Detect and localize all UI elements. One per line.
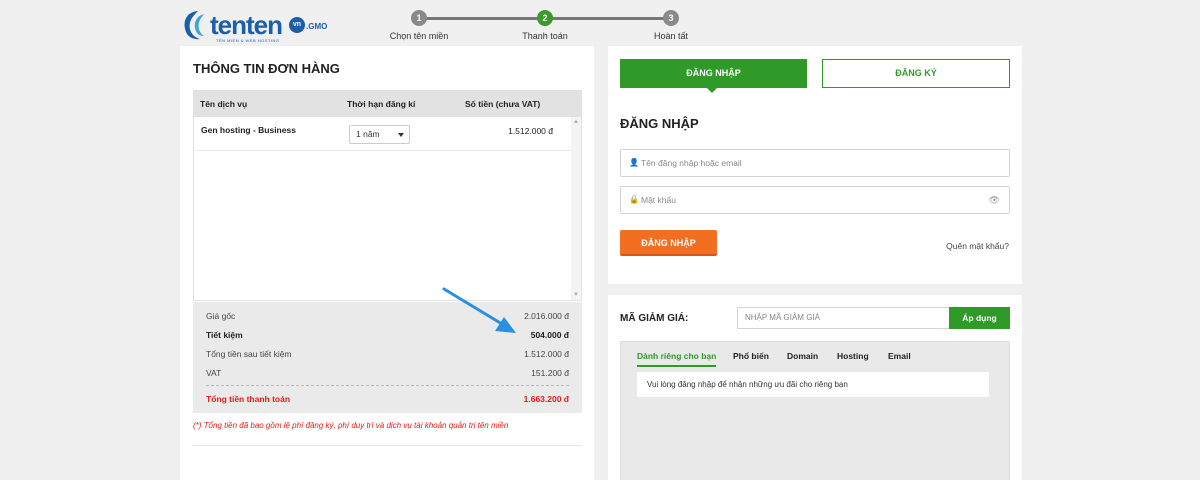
tab-for-you[interactable]: Dành riêng cho bạn <box>637 351 717 367</box>
discount-label: MÃ GIẢM GIÁ: <box>620 313 689 324</box>
summary-divider <box>206 385 569 386</box>
username-field[interactable]: 👤 Tên đăng nhập hoặc email <box>620 149 1010 177</box>
logo-gmo: .GMO <box>306 22 328 31</box>
forgot-password-link[interactable]: Quên mật khẩu? <box>946 241 1009 251</box>
step-1-dot: 1 <box>411 10 427 26</box>
col-service: Tên dịch vụ <box>200 99 248 109</box>
table-scrollbar[interactable]: ▲ ▼ <box>571 117 581 300</box>
password-placeholder: Mật khẩu <box>641 195 676 205</box>
step-3-dot: 3 <box>663 10 679 26</box>
tab-popular[interactable]: Phổ biến <box>733 351 769 361</box>
summary-after-saving-value: 1.512.000 đ <box>524 349 569 359</box>
summary-total: Tổng tiền thanh toán 1.663.200 đ <box>206 394 569 404</box>
order-panel: THÔNG TIN ĐƠN HÀNG Tên dịch vụ Thời hạn … <box>180 46 594 480</box>
offers-box: Dành riêng cho bạn Phổ biến Domain Hosti… <box>620 341 1010 480</box>
summary-after-saving-label: Tổng tiền sau tiết kiệm <box>206 349 292 359</box>
order-title: THÔNG TIN ĐƠN HÀNG <box>193 61 340 76</box>
service-name: Gen hosting - Business <box>201 125 296 135</box>
tab-login[interactable]: ĐĂNG NHẬP <box>620 59 807 88</box>
lock-icon: 🔒 <box>629 195 639 204</box>
logo-vn-badge: vn <box>289 17 305 33</box>
summary-vat: VAT 151.200 đ <box>206 368 569 378</box>
term-value: 1 năm <box>356 129 380 139</box>
discount-panel: MÃ GIẢM GIÁ: NHẬP MÃ GIẢM GIÁ Áp dụng Dà… <box>608 295 1022 480</box>
order-table-body: Gen hosting - Business 1 năm 1.512.000 đ… <box>193 117 582 301</box>
login-heading: ĐĂNG NHẬP <box>620 116 699 131</box>
chevron-down-icon <box>398 133 404 137</box>
step-1-label: Chọn tên miền <box>389 31 449 41</box>
summary-total-label: Tổng tiền thanh toán <box>206 394 291 404</box>
summary-vat-label: VAT <box>206 368 222 378</box>
col-price: Số tiền (chưa VAT) <box>465 99 541 109</box>
offer-message: Vui lòng đăng nhập để nhận những ưu đãi … <box>637 372 989 397</box>
step-connector <box>545 17 671 20</box>
login-panel: ĐĂNG NHẬP ĐĂNG KÝ ĐĂNG NHẬP 👤 Tên đăng n… <box>608 46 1022 284</box>
tab-register[interactable]: ĐĂNG KÝ <box>822 59 1010 88</box>
summary-vat-value: 151.200 đ <box>531 368 569 378</box>
tab-domain[interactable]: Domain <box>787 351 818 361</box>
order-note: (*) Tổng tiền đã bao gồm lệ phí đăng ký,… <box>193 421 509 430</box>
summary-saving-label: Tiết kiệm <box>206 330 243 340</box>
discount-code-input[interactable]: NHẬP MÃ GIẢM GIÁ <box>737 307 950 329</box>
order-table-header: Tên dịch vụ Thời hạn đăng kí Số tiền (ch… <box>193 90 582 117</box>
user-icon: 👤 <box>629 158 639 167</box>
tab-hosting[interactable]: Hosting <box>837 351 869 361</box>
order-summary: Giá gốc 2.016.000 đ Tiết kiệm 504.000 đ … <box>193 302 582 413</box>
step-2-label: Thanh toán <box>522 31 568 41</box>
summary-total-value: 1.663.200 đ <box>523 394 569 404</box>
scroll-down-icon[interactable]: ▼ <box>573 292 579 298</box>
service-price: 1.512.000 đ <box>508 126 553 136</box>
apply-discount-button[interactable]: Áp dụng <box>949 307 1010 329</box>
scroll-up-icon[interactable]: ▲ <box>573 119 579 125</box>
summary-original-label: Giá gốc <box>206 311 236 321</box>
divider <box>193 445 582 446</box>
logo-wordmark: tenten <box>210 10 283 40</box>
checkout-steps: 1 2 3 Chọn tên miền Thanh toán Hoàn tất <box>390 10 710 44</box>
table-row: Gen hosting - Business 1 năm 1.512.000 đ <box>194 117 571 151</box>
arrow-annotation-icon <box>442 287 516 333</box>
term-select[interactable]: 1 năm <box>349 125 410 144</box>
login-button[interactable]: ĐĂNG NHẬP <box>620 230 717 256</box>
step-2-dot: 2 <box>537 10 553 26</box>
password-field[interactable]: 🔒 Mật khẩu 👁 <box>620 186 1010 214</box>
summary-original-value: 2.016.000 đ <box>524 311 569 321</box>
tenten-logo[interactable]: tenten vn .GMO TÊN MIỀN & WEB HOSTING <box>180 8 330 44</box>
summary-saving-value: 504.000 đ <box>530 330 569 340</box>
logo-swoosh-icon <box>184 11 204 40</box>
step-connector <box>419 17 545 20</box>
step-3-label: Hoàn tất <box>653 31 689 41</box>
tab-email[interactable]: Email <box>888 351 911 361</box>
tab-pointer <box>707 88 717 93</box>
logo-tagline: TÊN MIỀN & WEB HOSTING <box>216 38 280 43</box>
username-placeholder: Tên đăng nhập hoặc email <box>641 158 742 168</box>
summary-after-saving: Tổng tiền sau tiết kiệm 1.512.000 đ <box>206 349 569 359</box>
eye-icon[interactable]: 👁 <box>989 195 1000 206</box>
col-term: Thời hạn đăng kí <box>347 99 416 109</box>
